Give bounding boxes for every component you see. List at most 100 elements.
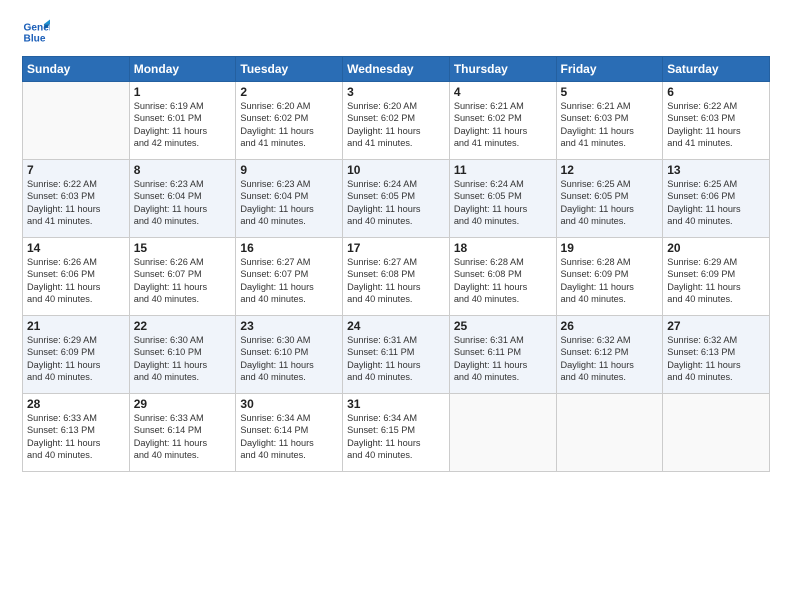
day-number: 12 bbox=[561, 163, 659, 177]
day-info: Sunrise: 6:34 AMSunset: 6:15 PMDaylight:… bbox=[347, 412, 445, 462]
day-number: 3 bbox=[347, 85, 445, 99]
day-info: Sunrise: 6:22 AMSunset: 6:03 PMDaylight:… bbox=[27, 178, 125, 228]
svg-text:Blue: Blue bbox=[24, 33, 46, 44]
day-info: Sunrise: 6:24 AMSunset: 6:05 PMDaylight:… bbox=[454, 178, 552, 228]
day-cell bbox=[663, 394, 770, 472]
day-number: 21 bbox=[27, 319, 125, 333]
day-info: Sunrise: 6:23 AMSunset: 6:04 PMDaylight:… bbox=[134, 178, 232, 228]
header: General Blue bbox=[22, 18, 770, 46]
day-info: Sunrise: 6:25 AMSunset: 6:05 PMDaylight:… bbox=[561, 178, 659, 228]
day-cell: 21Sunrise: 6:29 AMSunset: 6:09 PMDayligh… bbox=[23, 316, 130, 394]
day-cell: 6Sunrise: 6:22 AMSunset: 6:03 PMDaylight… bbox=[663, 82, 770, 160]
week-row-2: 7Sunrise: 6:22 AMSunset: 6:03 PMDaylight… bbox=[23, 160, 770, 238]
day-info: Sunrise: 6:26 AMSunset: 6:07 PMDaylight:… bbox=[134, 256, 232, 306]
weekday-header-saturday: Saturday bbox=[663, 57, 770, 82]
day-info: Sunrise: 6:27 AMSunset: 6:07 PMDaylight:… bbox=[240, 256, 338, 306]
day-number: 29 bbox=[134, 397, 232, 411]
day-info: Sunrise: 6:28 AMSunset: 6:08 PMDaylight:… bbox=[454, 256, 552, 306]
day-info: Sunrise: 6:22 AMSunset: 6:03 PMDaylight:… bbox=[667, 100, 765, 150]
day-info: Sunrise: 6:21 AMSunset: 6:03 PMDaylight:… bbox=[561, 100, 659, 150]
day-info: Sunrise: 6:34 AMSunset: 6:14 PMDaylight:… bbox=[240, 412, 338, 462]
day-cell: 4Sunrise: 6:21 AMSunset: 6:02 PMDaylight… bbox=[449, 82, 556, 160]
day-info: Sunrise: 6:29 AMSunset: 6:09 PMDaylight:… bbox=[667, 256, 765, 306]
day-number: 14 bbox=[27, 241, 125, 255]
day-number: 27 bbox=[667, 319, 765, 333]
day-number: 19 bbox=[561, 241, 659, 255]
day-number: 31 bbox=[347, 397, 445, 411]
day-cell: 30Sunrise: 6:34 AMSunset: 6:14 PMDayligh… bbox=[236, 394, 343, 472]
day-cell: 1Sunrise: 6:19 AMSunset: 6:01 PMDaylight… bbox=[129, 82, 236, 160]
day-number: 26 bbox=[561, 319, 659, 333]
day-number: 25 bbox=[454, 319, 552, 333]
day-number: 24 bbox=[347, 319, 445, 333]
day-cell: 14Sunrise: 6:26 AMSunset: 6:06 PMDayligh… bbox=[23, 238, 130, 316]
day-info: Sunrise: 6:31 AMSunset: 6:11 PMDaylight:… bbox=[454, 334, 552, 384]
day-info: Sunrise: 6:29 AMSunset: 6:09 PMDaylight:… bbox=[27, 334, 125, 384]
day-number: 4 bbox=[454, 85, 552, 99]
day-info: Sunrise: 6:19 AMSunset: 6:01 PMDaylight:… bbox=[134, 100, 232, 150]
day-cell: 11Sunrise: 6:24 AMSunset: 6:05 PMDayligh… bbox=[449, 160, 556, 238]
day-cell: 28Sunrise: 6:33 AMSunset: 6:13 PMDayligh… bbox=[23, 394, 130, 472]
day-cell: 22Sunrise: 6:30 AMSunset: 6:10 PMDayligh… bbox=[129, 316, 236, 394]
page: General Blue SundayMondayTuesdayWednesda… bbox=[0, 0, 792, 612]
day-number: 22 bbox=[134, 319, 232, 333]
day-info: Sunrise: 6:28 AMSunset: 6:09 PMDaylight:… bbox=[561, 256, 659, 306]
day-number: 17 bbox=[347, 241, 445, 255]
day-info: Sunrise: 6:32 AMSunset: 6:12 PMDaylight:… bbox=[561, 334, 659, 384]
day-number: 7 bbox=[27, 163, 125, 177]
weekday-header-wednesday: Wednesday bbox=[343, 57, 450, 82]
weekday-header-friday: Friday bbox=[556, 57, 663, 82]
calendar: SundayMondayTuesdayWednesdayThursdayFrid… bbox=[22, 56, 770, 472]
day-number: 2 bbox=[240, 85, 338, 99]
day-info: Sunrise: 6:21 AMSunset: 6:02 PMDaylight:… bbox=[454, 100, 552, 150]
day-cell: 3Sunrise: 6:20 AMSunset: 6:02 PMDaylight… bbox=[343, 82, 450, 160]
day-cell: 26Sunrise: 6:32 AMSunset: 6:12 PMDayligh… bbox=[556, 316, 663, 394]
day-cell bbox=[556, 394, 663, 472]
day-cell: 17Sunrise: 6:27 AMSunset: 6:08 PMDayligh… bbox=[343, 238, 450, 316]
day-info: Sunrise: 6:33 AMSunset: 6:14 PMDaylight:… bbox=[134, 412, 232, 462]
weekday-header-monday: Monday bbox=[129, 57, 236, 82]
week-row-4: 21Sunrise: 6:29 AMSunset: 6:09 PMDayligh… bbox=[23, 316, 770, 394]
day-info: Sunrise: 6:30 AMSunset: 6:10 PMDaylight:… bbox=[134, 334, 232, 384]
day-info: Sunrise: 6:20 AMSunset: 6:02 PMDaylight:… bbox=[347, 100, 445, 150]
day-cell: 15Sunrise: 6:26 AMSunset: 6:07 PMDayligh… bbox=[129, 238, 236, 316]
day-cell: 24Sunrise: 6:31 AMSunset: 6:11 PMDayligh… bbox=[343, 316, 450, 394]
day-number: 30 bbox=[240, 397, 338, 411]
day-number: 20 bbox=[667, 241, 765, 255]
day-cell: 2Sunrise: 6:20 AMSunset: 6:02 PMDaylight… bbox=[236, 82, 343, 160]
day-cell: 8Sunrise: 6:23 AMSunset: 6:04 PMDaylight… bbox=[129, 160, 236, 238]
weekday-header-sunday: Sunday bbox=[23, 57, 130, 82]
day-number: 15 bbox=[134, 241, 232, 255]
day-cell: 7Sunrise: 6:22 AMSunset: 6:03 PMDaylight… bbox=[23, 160, 130, 238]
week-row-1: 1Sunrise: 6:19 AMSunset: 6:01 PMDaylight… bbox=[23, 82, 770, 160]
day-number: 28 bbox=[27, 397, 125, 411]
day-cell: 5Sunrise: 6:21 AMSunset: 6:03 PMDaylight… bbox=[556, 82, 663, 160]
day-cell: 13Sunrise: 6:25 AMSunset: 6:06 PMDayligh… bbox=[663, 160, 770, 238]
logo: General Blue bbox=[22, 18, 50, 46]
day-info: Sunrise: 6:27 AMSunset: 6:08 PMDaylight:… bbox=[347, 256, 445, 306]
day-number: 5 bbox=[561, 85, 659, 99]
day-number: 1 bbox=[134, 85, 232, 99]
day-number: 8 bbox=[134, 163, 232, 177]
day-info: Sunrise: 6:26 AMSunset: 6:06 PMDaylight:… bbox=[27, 256, 125, 306]
day-info: Sunrise: 6:30 AMSunset: 6:10 PMDaylight:… bbox=[240, 334, 338, 384]
day-cell: 10Sunrise: 6:24 AMSunset: 6:05 PMDayligh… bbox=[343, 160, 450, 238]
day-cell bbox=[23, 82, 130, 160]
day-number: 11 bbox=[454, 163, 552, 177]
day-cell: 12Sunrise: 6:25 AMSunset: 6:05 PMDayligh… bbox=[556, 160, 663, 238]
day-cell: 23Sunrise: 6:30 AMSunset: 6:10 PMDayligh… bbox=[236, 316, 343, 394]
day-info: Sunrise: 6:32 AMSunset: 6:13 PMDaylight:… bbox=[667, 334, 765, 384]
day-info: Sunrise: 6:24 AMSunset: 6:05 PMDaylight:… bbox=[347, 178, 445, 228]
day-info: Sunrise: 6:33 AMSunset: 6:13 PMDaylight:… bbox=[27, 412, 125, 462]
day-number: 10 bbox=[347, 163, 445, 177]
day-cell: 27Sunrise: 6:32 AMSunset: 6:13 PMDayligh… bbox=[663, 316, 770, 394]
week-row-3: 14Sunrise: 6:26 AMSunset: 6:06 PMDayligh… bbox=[23, 238, 770, 316]
day-cell: 16Sunrise: 6:27 AMSunset: 6:07 PMDayligh… bbox=[236, 238, 343, 316]
day-number: 13 bbox=[667, 163, 765, 177]
day-number: 6 bbox=[667, 85, 765, 99]
day-cell: 19Sunrise: 6:28 AMSunset: 6:09 PMDayligh… bbox=[556, 238, 663, 316]
day-info: Sunrise: 6:23 AMSunset: 6:04 PMDaylight:… bbox=[240, 178, 338, 228]
day-cell: 31Sunrise: 6:34 AMSunset: 6:15 PMDayligh… bbox=[343, 394, 450, 472]
day-number: 23 bbox=[240, 319, 338, 333]
day-info: Sunrise: 6:20 AMSunset: 6:02 PMDaylight:… bbox=[240, 100, 338, 150]
